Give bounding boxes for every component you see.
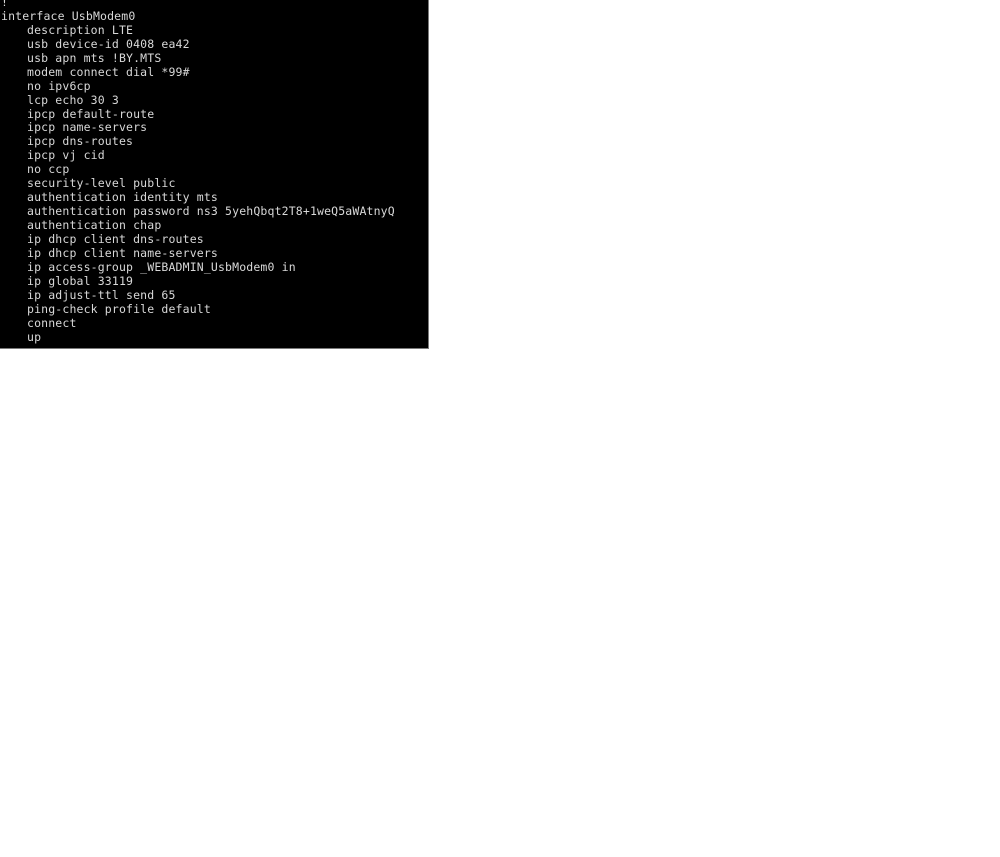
terminal-line: ipcp dns-routes	[27, 134, 134, 149]
terminal-line: ip dhcp client dns-routes	[27, 231, 204, 246]
terminal-line: ipcp default-route	[27, 106, 155, 121]
terminal-line: usb apn mts !BY.MTS	[27, 50, 162, 65]
terminal-line: connect	[27, 315, 77, 330]
terminal-line: interface UsbModem0	[1, 8, 136, 23]
terminal-line: up	[27, 329, 42, 344]
terminal-console[interactable]: ! interface UsbModem0 description LTE usb d…	[0, 0, 429, 349]
terminal-line: authentication password ns3 5yehQbqt2T8+…	[27, 204, 395, 219]
terminal-line: lcp echo 30 3	[27, 92, 119, 107]
terminal-line: no ipv6cp	[27, 78, 91, 93]
terminal-line: ip global 33119	[27, 273, 134, 288]
terminal-line: description LTE	[27, 22, 134, 37]
terminal-line: no ccp	[27, 162, 70, 177]
terminal-line: ipcp name-servers	[27, 120, 148, 135]
terminal-line: authentication identity mts	[27, 190, 218, 205]
terminal-line: ping-check profile default	[27, 301, 211, 316]
terminal-line: authentication chap	[27, 218, 162, 232]
terminal-line: ip adjust-ttl send 65	[27, 287, 176, 302]
terminal-line: ip access-group _WEBADMIN_UsbModem0 in	[27, 259, 296, 274]
terminal-line: modem connect dial *99#	[27, 64, 190, 79]
terminal-line: usb device-id 0408 ea42	[27, 36, 190, 51]
terminal-output[interactable]: ! interface UsbModem0 description LTE usb d…	[0, 0, 428, 344]
terminal-line: ipcp vj cid	[27, 148, 105, 163]
terminal-line: security-level public	[27, 176, 176, 191]
terminal-line: ip dhcp client name-servers	[27, 245, 218, 260]
page-root: ! interface UsbModem0 description LTE usb d…	[0, 0, 1000, 857]
